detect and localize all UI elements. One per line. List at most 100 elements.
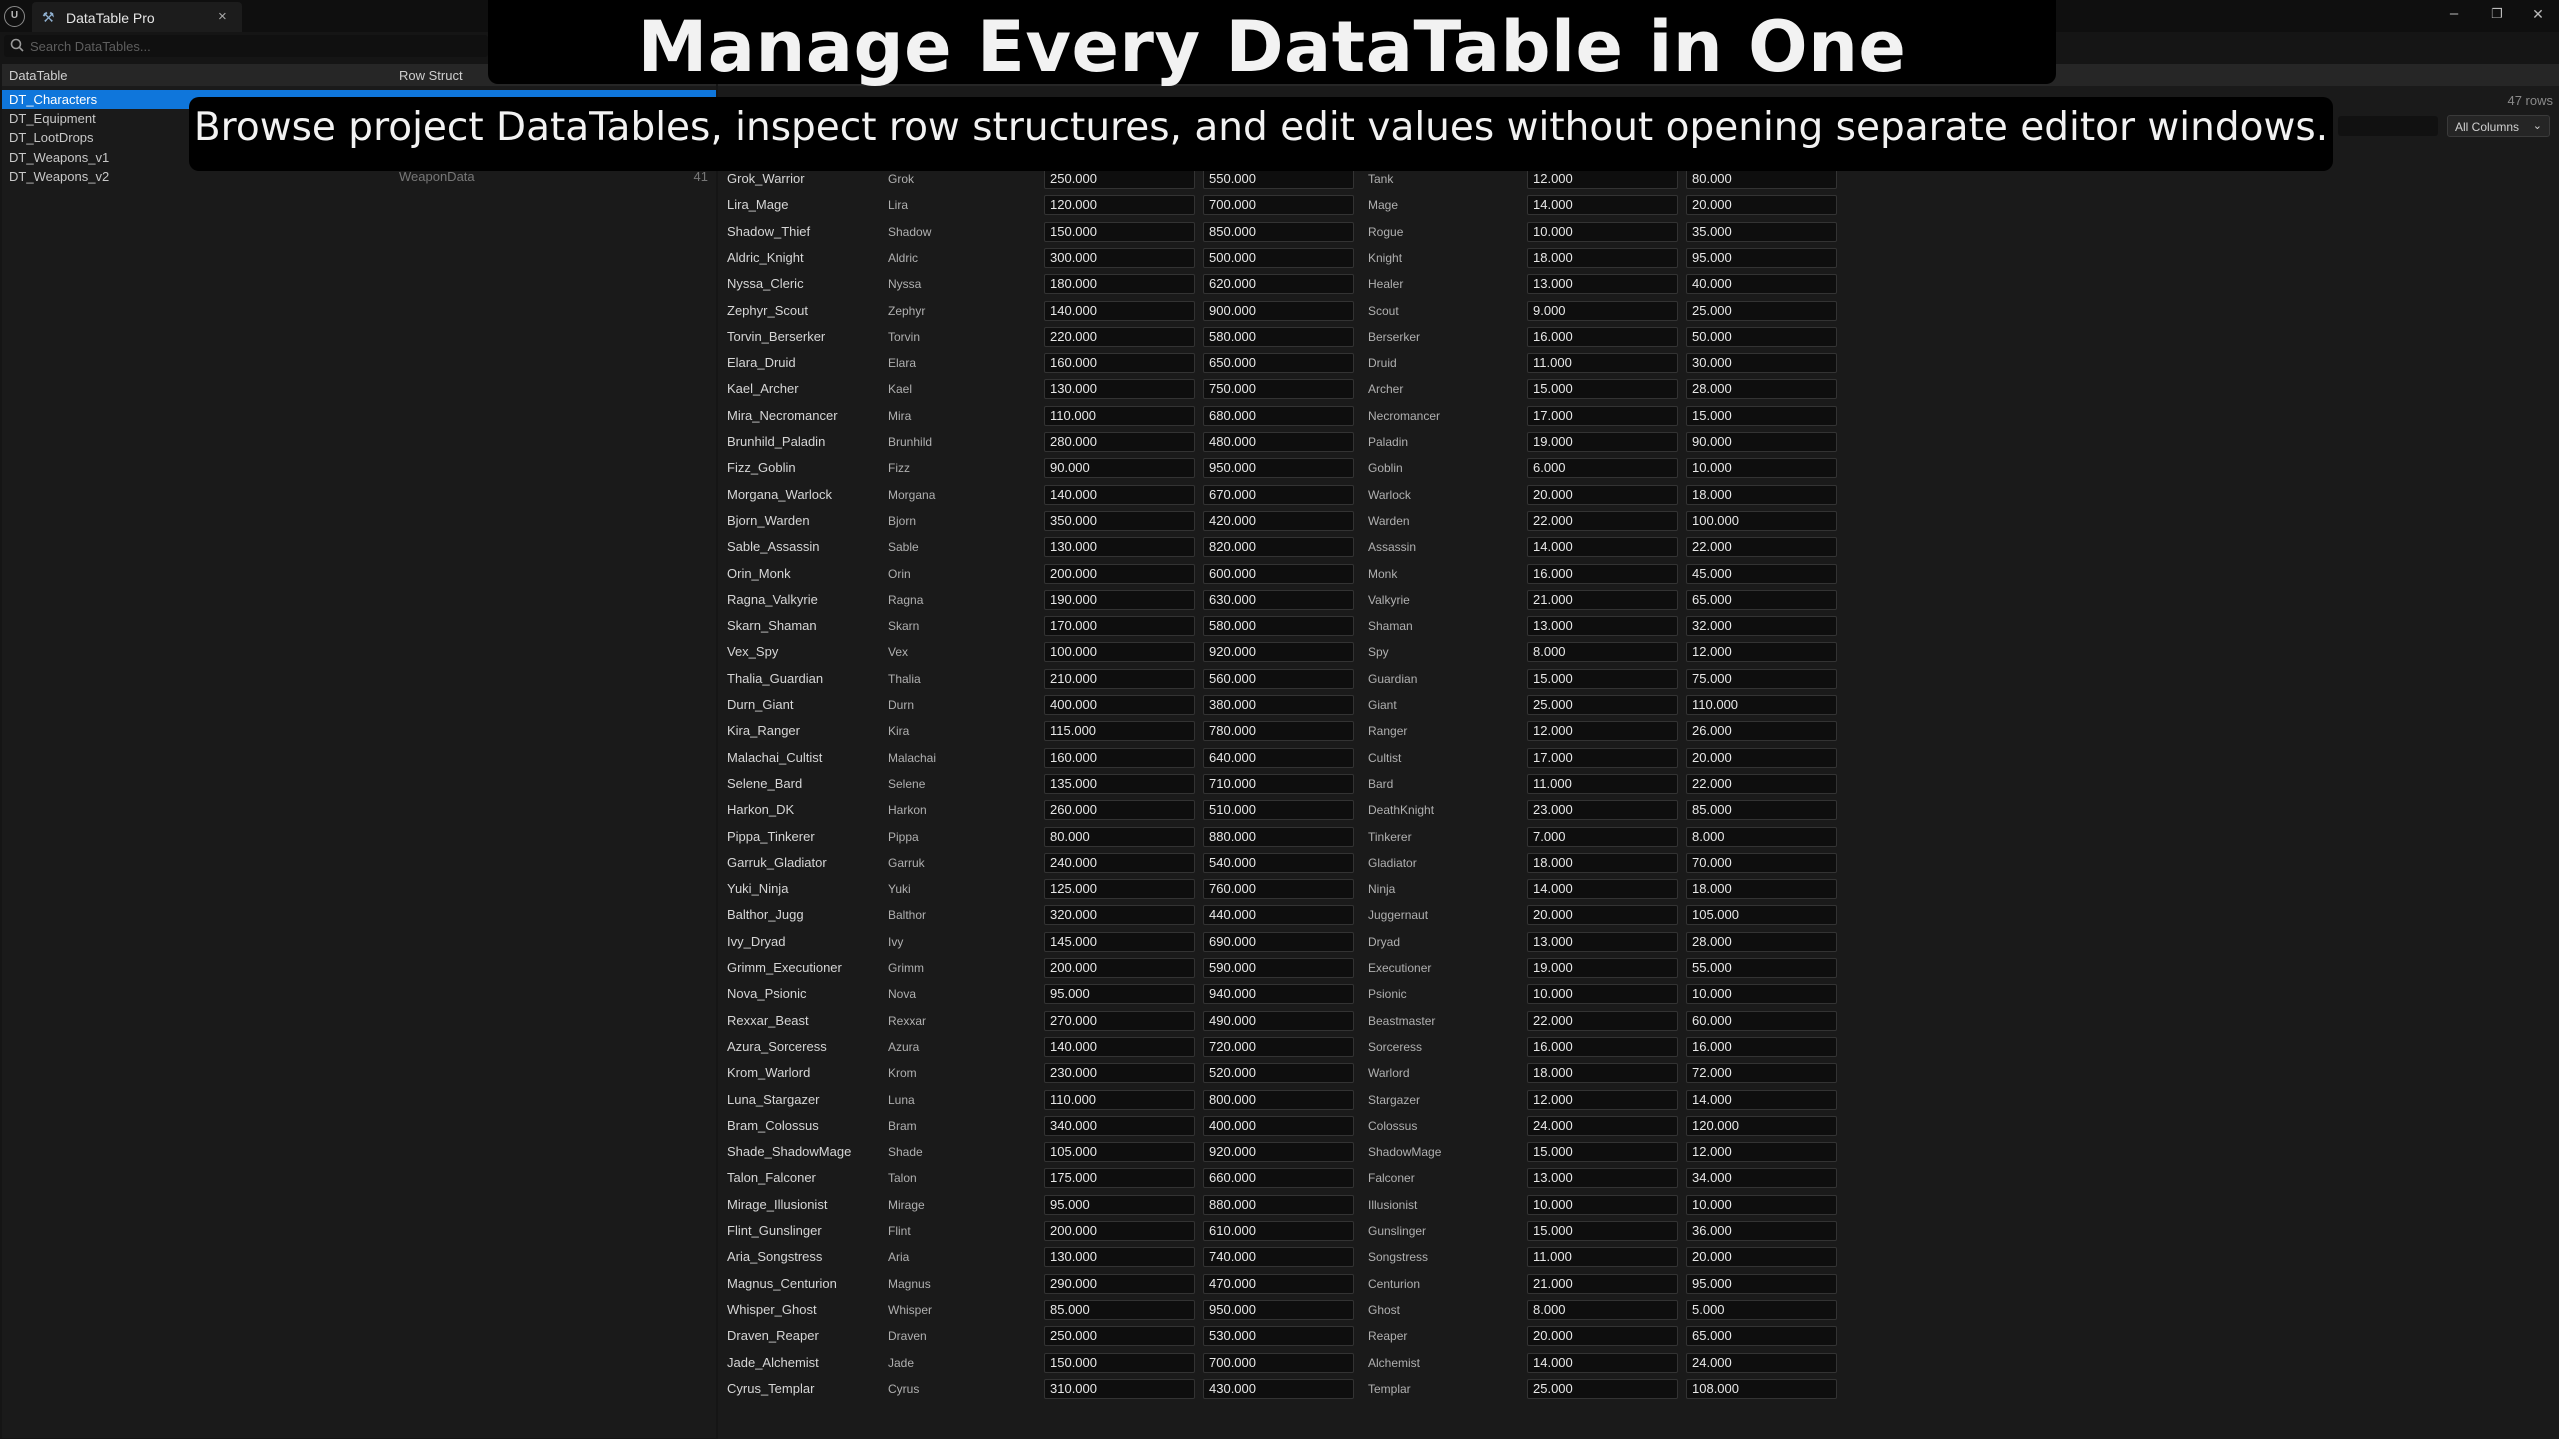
health-field[interactable]: 310.000 [1044, 1378, 1195, 1399]
armor-field[interactable]: 12.000 [1686, 1142, 1837, 1163]
mana-field[interactable]: 470.000 [1203, 1273, 1354, 1294]
speed-field[interactable]: 20.000 [1527, 1326, 1678, 1347]
mana-field[interactable]: 530.000 [1203, 1326, 1354, 1347]
health-field[interactable]: 300.000 [1044, 247, 1195, 268]
speed-field[interactable]: 19.000 [1527, 432, 1678, 452]
health-field[interactable]: 290.000 [1044, 1273, 1195, 1294]
health-field[interactable]: 130.000 [1044, 379, 1195, 400]
table-row[interactable]: Kael_Archer Kael 130.000 750.000 Archer 15.00… [718, 376, 1837, 402]
mana-field[interactable]: 500.000 [1203, 247, 1354, 268]
table-row[interactable]: Harkon_DK Harkon 260.000 510.000 DeathKnight… [718, 797, 1837, 823]
health-field[interactable]: 240.000 [1044, 852, 1195, 873]
health-field[interactable]: 400.000 [1044, 695, 1195, 715]
table-row[interactable]: Mira_Necromancer Mira 110.000 680.000 Necrom… [718, 403, 1837, 429]
speed-field[interactable]: 12.000 [1527, 169, 1678, 189]
mana-field[interactable]: 800.000 [1203, 1089, 1354, 1110]
mana-field[interactable]: 700.000 [1203, 195, 1354, 216]
armor-field[interactable]: 75.000 [1686, 668, 1837, 689]
armor-field[interactable]: 35.000 [1686, 221, 1837, 242]
health-field[interactable]: 85.000 [1044, 1299, 1195, 1320]
health-field[interactable]: 250.000 [1044, 1326, 1195, 1347]
table-row[interactable]: Lira_Mage Lira 120.000 700.000 Mage 14.000 20.… [718, 192, 1837, 218]
speed-field[interactable]: 18.000 [1527, 1063, 1678, 1084]
health-field[interactable]: 125.000 [1044, 879, 1195, 900]
table-row[interactable]: Zephyr_Scout Zephyr 140.000 900.000 Scout 9.0… [718, 298, 1837, 324]
mana-field[interactable]: 820.000 [1203, 537, 1354, 558]
mana-field[interactable]: 480.000 [1203, 432, 1354, 452]
speed-field[interactable]: 12.000 [1527, 1089, 1678, 1110]
speed-field[interactable]: 13.000 [1527, 1168, 1678, 1189]
armor-field[interactable]: 12.000 [1686, 642, 1837, 663]
table-row[interactable]: Vex_Spy Vex 100.000 920.000 Spy 8.000 12.000 [718, 639, 1837, 665]
speed-field[interactable]: 14.000 [1527, 879, 1678, 900]
speed-field[interactable]: 9.000 [1527, 300, 1678, 321]
table-row[interactable]: Nyssa_Cleric Nyssa 180.000 620.000 Healer 13.… [718, 271, 1837, 297]
speed-field[interactable]: 13.000 [1527, 616, 1678, 637]
mana-field[interactable]: 590.000 [1203, 958, 1354, 978]
search-input[interactable] [30, 37, 470, 55]
armor-field[interactable]: 72.000 [1686, 1063, 1837, 1084]
speed-field[interactable]: 21.000 [1527, 589, 1678, 610]
health-field[interactable]: 95.000 [1044, 1194, 1195, 1215]
speed-field[interactable]: 7.000 [1527, 826, 1678, 847]
close-button[interactable]: ✕ [2518, 2, 2558, 26]
mana-field[interactable]: 600.000 [1203, 563, 1354, 584]
mana-field[interactable]: 490.000 [1203, 1010, 1354, 1031]
armor-field[interactable]: 36.000 [1686, 1221, 1837, 1241]
health-field[interactable]: 230.000 [1044, 1063, 1195, 1084]
armor-field[interactable]: 90.000 [1686, 432, 1837, 452]
table-row[interactable]: Shadow_Thief Shadow 150.000 850.000 Rogue 10.… [718, 219, 1837, 245]
armor-field[interactable]: 45.000 [1686, 563, 1837, 584]
health-field[interactable]: 200.000 [1044, 563, 1195, 584]
speed-field[interactable]: 13.000 [1527, 931, 1678, 952]
armor-field[interactable]: 120.000 [1686, 1115, 1837, 1136]
armor-field[interactable]: 100.000 [1686, 510, 1837, 531]
mana-field[interactable]: 610.000 [1203, 1221, 1354, 1241]
armor-field[interactable]: 5.000 [1686, 1299, 1837, 1320]
armor-field[interactable]: 14.000 [1686, 1089, 1837, 1110]
mana-field[interactable]: 420.000 [1203, 510, 1354, 531]
table-row[interactable]: Whisper_Ghost Whisper 85.000 950.000 Ghost 8.… [718, 1297, 1837, 1323]
armor-field[interactable]: 20.000 [1686, 1247, 1837, 1268]
mana-field[interactable]: 760.000 [1203, 879, 1354, 900]
speed-field[interactable]: 14.000 [1527, 1352, 1678, 1373]
health-field[interactable]: 340.000 [1044, 1115, 1195, 1136]
speed-field[interactable]: 13.000 [1527, 274, 1678, 295]
armor-field[interactable]: 50.000 [1686, 326, 1837, 347]
mana-field[interactable]: 550.000 [1203, 169, 1354, 189]
health-field[interactable]: 105.000 [1044, 1142, 1195, 1163]
health-field[interactable]: 110.000 [1044, 405, 1195, 426]
table-row[interactable]: Aria_Songstress Aria 130.000 740.000 Songstr… [718, 1244, 1837, 1270]
speed-field[interactable]: 16.000 [1527, 1036, 1678, 1057]
mana-field[interactable]: 560.000 [1203, 668, 1354, 689]
speed-field[interactable]: 20.000 [1527, 484, 1678, 505]
health-field[interactable]: 130.000 [1044, 1247, 1195, 1268]
health-field[interactable]: 280.000 [1044, 432, 1195, 452]
mana-field[interactable]: 430.000 [1203, 1378, 1354, 1399]
armor-field[interactable]: 65.000 [1686, 589, 1837, 610]
mana-field[interactable]: 440.000 [1203, 905, 1354, 926]
table-row[interactable]: Thalia_Guardian Thalia 210.000 560.000 Guard… [718, 666, 1837, 692]
table-row[interactable]: Azura_Sorceress Azura 140.000 720.000 Sorcer… [718, 1034, 1837, 1060]
speed-field[interactable]: 8.000 [1527, 1299, 1678, 1320]
table-row[interactable]: Kira_Ranger Kira 115.000 780.000 Ranger 12.00… [718, 718, 1837, 744]
health-field[interactable]: 150.000 [1044, 221, 1195, 242]
minimize-button[interactable]: – [2434, 2, 2474, 26]
mana-field[interactable]: 640.000 [1203, 747, 1354, 768]
armor-field[interactable]: 80.000 [1686, 169, 1837, 189]
mana-field[interactable]: 880.000 [1203, 1194, 1354, 1215]
armor-field[interactable]: 20.000 [1686, 747, 1837, 768]
mana-field[interactable]: 670.000 [1203, 484, 1354, 505]
table-row[interactable]: Torvin_Berserker Torvin 220.000 580.000 Bers… [718, 324, 1837, 350]
table-row[interactable]: Nova_Psionic Nova 95.000 940.000 Psionic 10.0… [718, 981, 1837, 1007]
speed-field[interactable]: 12.000 [1527, 721, 1678, 742]
mana-field[interactable]: 630.000 [1203, 589, 1354, 610]
table-row[interactable]: Morgana_Warlock Morgana 140.000 670.000 Warl… [718, 482, 1837, 508]
tab-close-icon[interactable]: × [218, 8, 227, 25]
health-field[interactable]: 95.000 [1044, 984, 1195, 1005]
mana-field[interactable]: 650.000 [1203, 353, 1354, 374]
armor-field[interactable]: 26.000 [1686, 721, 1837, 742]
speed-field[interactable]: 11.000 [1527, 353, 1678, 374]
table-row[interactable]: Orin_Monk Orin 200.000 600.000 Monk 16.000 45.… [718, 561, 1837, 587]
armor-field[interactable]: 60.000 [1686, 1010, 1837, 1031]
